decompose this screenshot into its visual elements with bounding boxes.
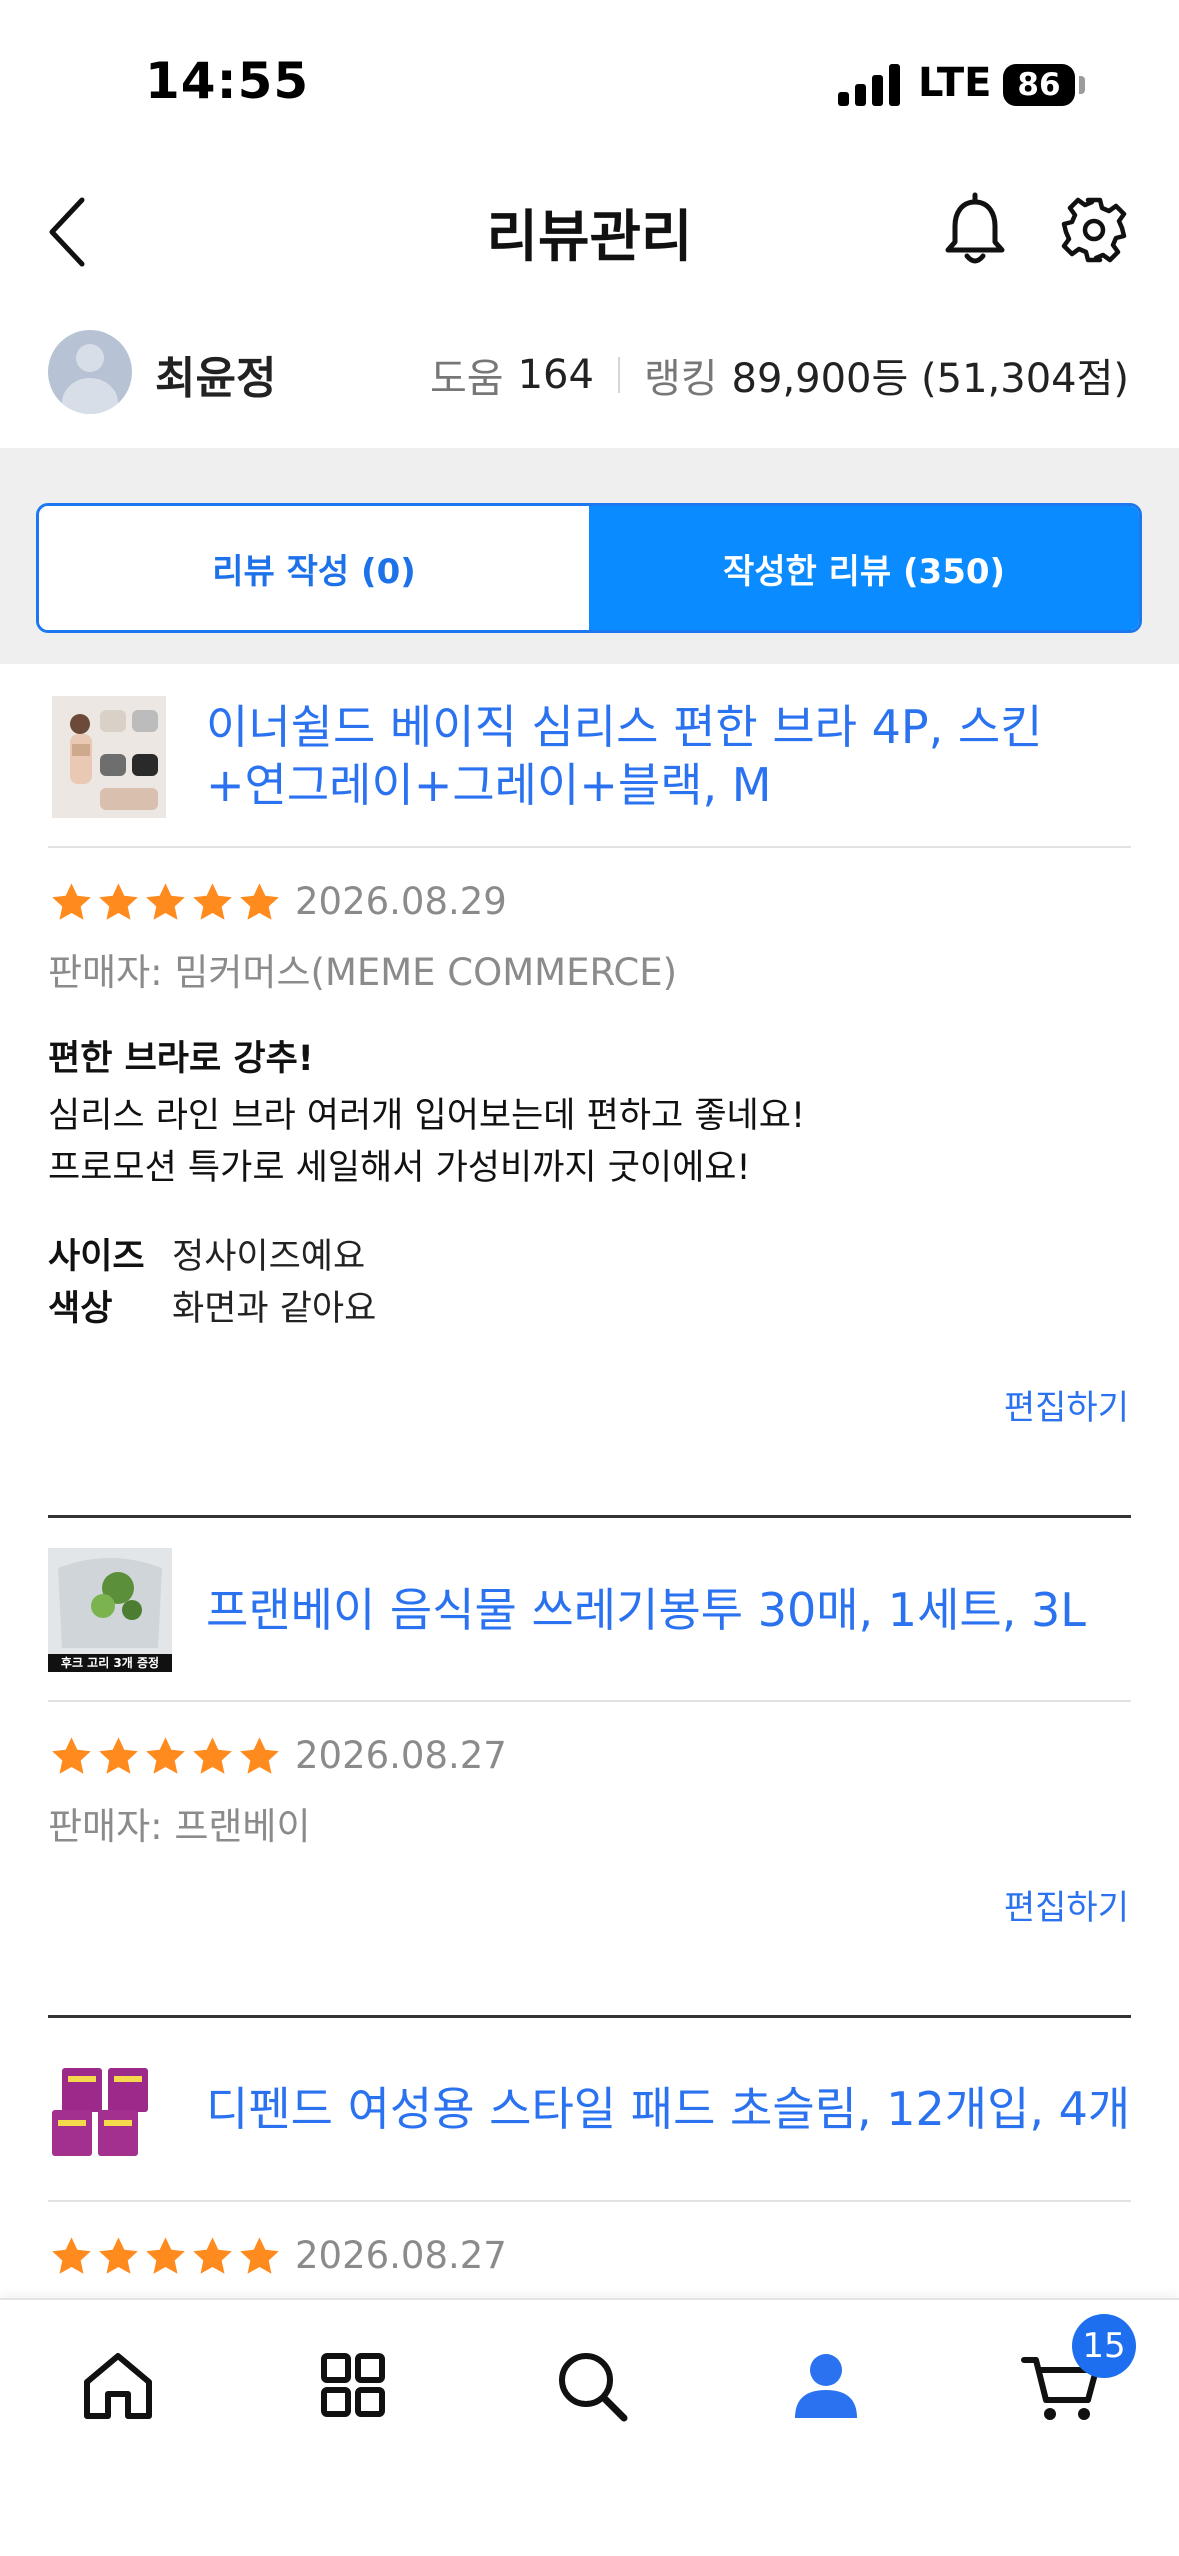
- profile-summary: 최윤정 도움 164 랭킹 89,900등 (51,304점): [0, 310, 1179, 430]
- star-icon: [240, 2237, 279, 2274]
- star-icon: [193, 883, 232, 920]
- star-icon: [52, 2237, 91, 2274]
- star-icon: [240, 1737, 279, 1774]
- star-rating: [48, 2234, 283, 2279]
- star-icon: [99, 2237, 138, 2274]
- product-title[interactable]: 디펜드 여성용 스타일 패드 초슬림, 12개입, 4개: [206, 2080, 1130, 2138]
- home-icon[interactable]: [75, 2342, 161, 2428]
- star-icon: [193, 2237, 232, 2274]
- battery-cap: [1079, 76, 1085, 94]
- profile-stats: 도움 164 랭킹 89,900등 (51,304점): [430, 346, 1129, 404]
- signal-strength-icon: [838, 64, 900, 106]
- attribute-value: 화면과 같아요: [172, 1289, 377, 1329]
- categories-icon[interactable]: [310, 2342, 396, 2428]
- product-title-line: 프랜베이 음식물 쓰레기봉투 30매, 1세트, 3L: [206, 1583, 1086, 1637]
- tab-write-review[interactable]: 리뷰 작성 (0): [39, 506, 589, 630]
- tabs-container: 리뷰 작성 (0) 작성한 리뷰 (350): [0, 448, 1179, 664]
- review-date: 2026.08.29: [295, 880, 507, 923]
- product-title[interactable]: 이너쉴드 베이직 심리스 편한 브라 4P, 스킨 +연그레이+그레이+블랙, …: [206, 698, 1042, 814]
- divider: [48, 846, 1131, 848]
- stat-divider: [617, 357, 620, 393]
- search-icon[interactable]: [548, 2342, 634, 2428]
- star-icon: [52, 1737, 91, 1774]
- review-date: 2026.08.27: [295, 1734, 507, 1777]
- product-title-line: +연그레이+그레이+블랙, M: [206, 758, 772, 812]
- star-icon: [52, 883, 91, 920]
- review-body: 심리스 라인 브라 여러개 입어보는데 편하고 좋네요! 프로모션 특가로 세일…: [48, 1090, 805, 1194]
- seller-name: 판매자: 프랜베이: [48, 1805, 311, 1848]
- star-rating: [48, 1734, 283, 1779]
- help-label: 도움: [429, 356, 504, 402]
- settings-gear-icon[interactable]: [1058, 190, 1130, 270]
- review-body-line: 심리스 라인 브라 여러개 입어보는데 편하고 좋네요!: [48, 1096, 805, 1136]
- network-type: LTE: [918, 60, 992, 106]
- status-time: 14:55: [145, 52, 310, 110]
- review-body-line: 프로모션 특가로 세일해서 가성비까지 굿이에요!: [48, 1148, 751, 1188]
- star-icon: [99, 1737, 138, 1774]
- review-headline: 편한 브라로 강추!: [48, 1039, 314, 1079]
- notification-bell-icon[interactable]: [940, 190, 1010, 270]
- attribute-name: 색상: [48, 1289, 113, 1329]
- avatar: [48, 330, 132, 414]
- product-thumbnail[interactable]: [48, 2062, 172, 2162]
- star-icon: [240, 883, 279, 920]
- bottom-navigation: 15: [0, 2298, 1179, 2556]
- product-thumbnail[interactable]: 후크 고리 3개 증정: [48, 1548, 172, 1672]
- ranking-value: 89,900등 (51,304점): [731, 356, 1129, 402]
- seller-name: 판매자: 밈커머스(MEME COMMERCE): [48, 951, 678, 994]
- status-bar: 14:55 LTE 86: [0, 0, 1179, 170]
- user-name: 최윤정: [155, 353, 277, 404]
- help-count: 164: [517, 352, 594, 398]
- product-title-line: 디펜드 여성용 스타일 패드 초슬림, 12개입, 4개: [206, 2082, 1131, 2136]
- edit-review-link[interactable]: 편집하기: [1004, 1380, 1129, 1429]
- star-icon: [146, 2237, 185, 2274]
- my-page-icon[interactable]: [783, 2342, 869, 2428]
- attribute-name: 사이즈: [48, 1237, 145, 1277]
- review-date: 2026.08.27: [295, 2234, 507, 2277]
- review-tabs: 리뷰 작성 (0) 작성한 리뷰 (350): [36, 503, 1142, 633]
- star-icon: [146, 883, 185, 920]
- product-title-line: 이너쉴드 베이직 심리스 편한 브라 4P, 스킨: [206, 700, 1043, 754]
- product-thumbnail[interactable]: [52, 696, 166, 818]
- thumbnail-caption: 후크 고리 3개 증정: [60, 1656, 160, 1670]
- star-icon: [146, 1737, 185, 1774]
- product-title[interactable]: 프랜베이 음식물 쓰레기봉투 30매, 1세트, 3L: [206, 1581, 1086, 1639]
- app-header: 리뷰관리: [0, 170, 1179, 290]
- section-divider: [48, 2015, 1131, 2018]
- tab-written-reviews[interactable]: 작성한 리뷰 (350): [589, 506, 1139, 630]
- battery-icon: 86: [1003, 64, 1075, 106]
- section-divider: [48, 1515, 1131, 1518]
- ranking-label: 랭킹: [643, 356, 718, 402]
- cart-count-badge: 15: [1072, 2314, 1136, 2378]
- star-icon: [99, 883, 138, 920]
- attribute-value: 정사이즈예요: [172, 1237, 366, 1277]
- star-rating: [48, 880, 283, 925]
- star-icon: [193, 1737, 232, 1774]
- edit-review-link[interactable]: 편집하기: [1004, 1880, 1129, 1929]
- divider: [48, 2200, 1131, 2202]
- divider: [48, 1700, 1131, 1702]
